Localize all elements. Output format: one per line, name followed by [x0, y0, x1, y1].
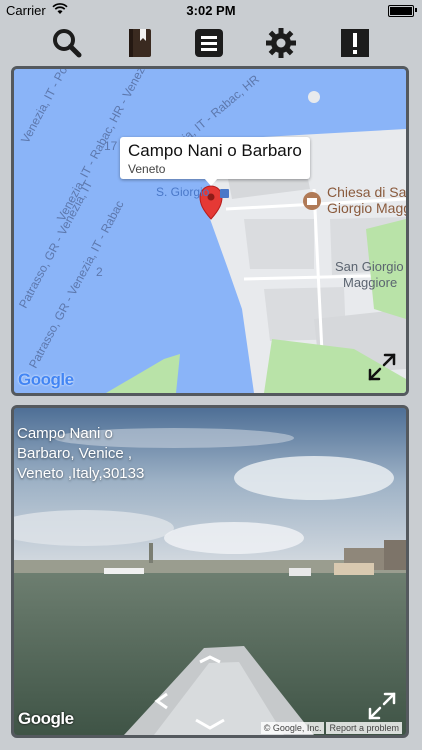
poi-name-line2[interactable]: Giorgio Maggi: [327, 200, 406, 216]
clock: 3:02 PM: [186, 3, 236, 18]
status-bar: Carrier 3:02 PM: [0, 0, 422, 20]
area-label-line2: Maggiore: [343, 275, 398, 290]
search-icon[interactable]: [51, 27, 83, 59]
callout-pointer: [204, 178, 218, 186]
alert-icon[interactable]: [339, 27, 371, 59]
report-problem-link[interactable]: Report a problem: [326, 722, 402, 734]
copyright-text: © Google, Inc.: [260, 722, 325, 734]
google-logo: Google: [18, 370, 74, 390]
map-credits: © Google, Inc. Report a problem: [259, 722, 402, 734]
battery-tip: [415, 8, 417, 12]
gear-icon[interactable]: [265, 27, 297, 59]
address-line1: Campo Nani o: [17, 425, 113, 442]
stop-label: S. Giorgio: [156, 185, 210, 199]
google-logo: Google: [18, 709, 74, 729]
street-view[interactable]: Campo Nani o Barbaro, Venice , Veneto ,I…: [11, 405, 409, 738]
lane-number: 2: [96, 265, 103, 279]
bookmark-book-icon[interactable]: [124, 27, 156, 59]
google-logo-text: Google: [18, 370, 74, 389]
area-label-line1: San Giorgio: [335, 259, 404, 274]
lane-number: 17: [104, 139, 118, 153]
street-address: Campo Nani o Barbaro, Venice , Veneto ,I…: [17, 424, 177, 484]
address-line3: Veneto ,Italy,30133: [17, 465, 145, 482]
address-line2: Barbaro, Venice ,: [17, 445, 133, 462]
expand-icon[interactable]: [366, 351, 398, 383]
list-menu-icon[interactable]: [193, 27, 225, 59]
callout-subtitle: Veneto: [128, 162, 166, 176]
callout-title: Campo Nani o Barbaro: [128, 141, 302, 160]
poi-name-line1[interactable]: Chiesa di San: [327, 184, 406, 200]
place-callout[interactable]: Campo Nani o Barbaro Veneto: [120, 137, 310, 179]
toolbar: [0, 20, 422, 66]
battery-icon: [388, 5, 414, 17]
expand-icon[interactable]: [366, 690, 398, 722]
map-view[interactable]: Venezia, IT - Polari Venezia, IT - Rabac…: [11, 66, 409, 396]
google-logo-text: Google: [18, 709, 74, 728]
